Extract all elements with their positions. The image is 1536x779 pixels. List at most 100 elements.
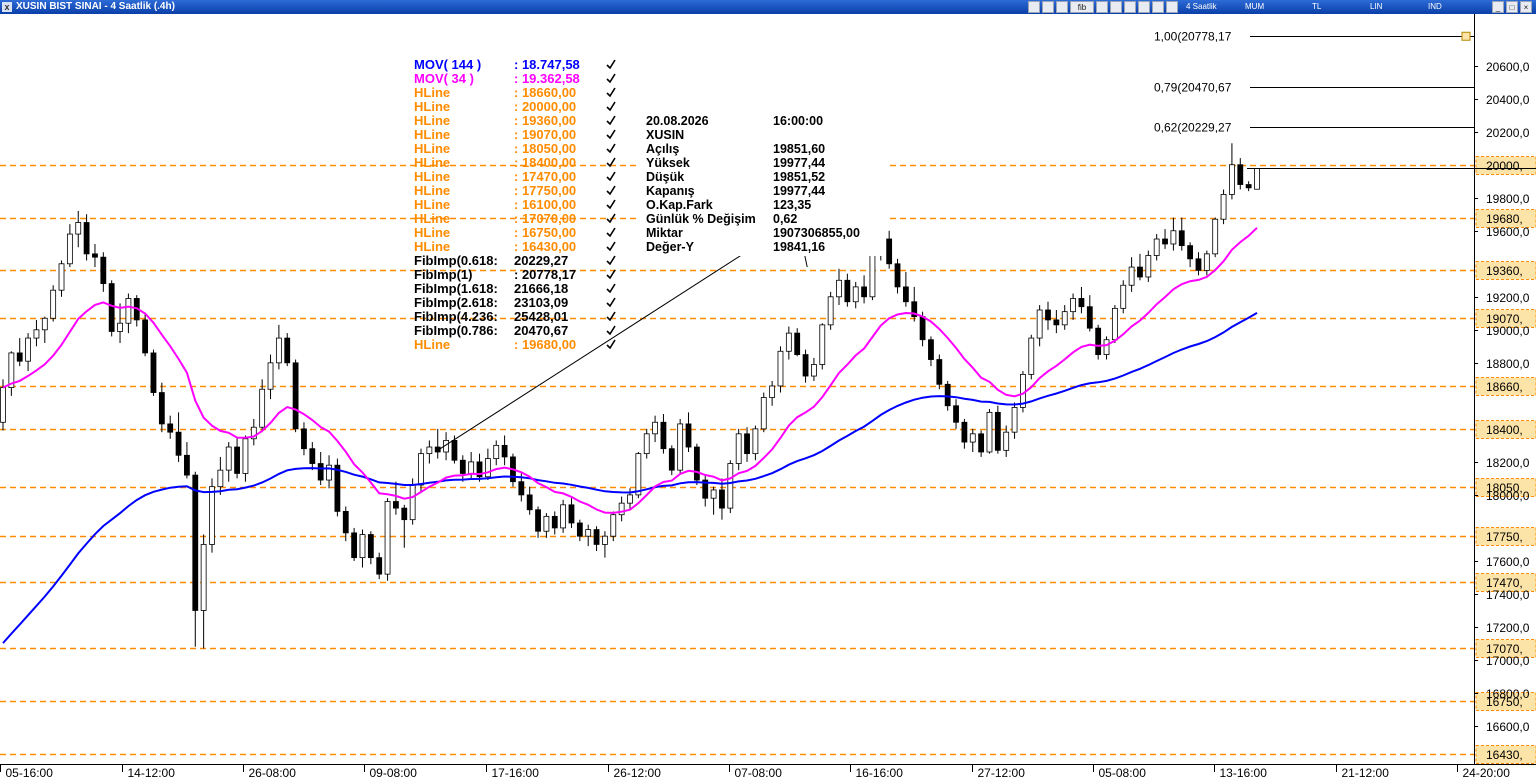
toolbar-icon-9[interactable] (1166, 1, 1178, 13)
candle[interactable] (668, 445, 675, 476)
candle[interactable] (1245, 181, 1252, 192)
candle[interactable] (911, 286, 918, 322)
candle[interactable] (200, 534, 207, 649)
candle[interactable] (100, 252, 107, 292)
visibility-check-icon[interactable] (606, 241, 616, 252)
visibility-check-icon[interactable] (606, 283, 616, 294)
maximize-icon[interactable]: □ (1506, 1, 1518, 13)
candle[interactable] (1120, 280, 1127, 314)
candle[interactable] (986, 409, 993, 454)
candle[interactable] (702, 475, 709, 507)
toolbar-icon-1[interactable] (1028, 1, 1040, 13)
candle[interactable] (117, 303, 123, 344)
visibility-check-icon[interactable] (606, 199, 616, 210)
visibility-check-icon[interactable] (606, 73, 616, 84)
candle[interactable] (1137, 253, 1143, 281)
candle[interactable] (660, 414, 667, 454)
toolbar-icon-7[interactable] (1138, 1, 1150, 13)
candle[interactable] (861, 275, 867, 304)
visibility-check-icon[interactable] (606, 59, 616, 70)
candle[interactable] (1153, 234, 1160, 261)
candle[interactable] (217, 456, 224, 495)
candle[interactable] (359, 529, 366, 568)
candle[interactable] (928, 336, 934, 367)
candle[interactable] (50, 285, 57, 322)
candle[interactable] (802, 349, 809, 383)
scale-selector[interactable]: LIN (1370, 1, 1382, 13)
candle[interactable] (819, 323, 826, 370)
toolbar-icon-2[interactable] (1042, 1, 1054, 13)
candle[interactable] (852, 281, 859, 309)
candle[interactable] (560, 499, 567, 533)
candle[interactable] (1103, 336, 1110, 360)
candle[interactable] (744, 427, 750, 462)
visibility-check-icon[interactable] (606, 185, 616, 196)
price-chart[interactable]: 20000,19680,19360,19070,18660,18400,1805… (0, 14, 1536, 779)
candle[interactable] (108, 280, 115, 337)
visibility-check-icon[interactable] (606, 115, 616, 126)
toolbar-icon-5[interactable] (1110, 1, 1122, 13)
candle[interactable] (551, 511, 558, 535)
candle[interactable] (158, 382, 165, 433)
candle[interactable] (811, 357, 817, 381)
candle[interactable] (752, 425, 759, 461)
candle[interactable] (777, 346, 784, 393)
candle[interactable] (685, 412, 692, 452)
mov144-line[interactable] (2, 312, 1258, 644)
candle[interactable] (1070, 293, 1076, 320)
candle[interactable] (493, 440, 500, 466)
candle[interactable] (326, 455, 332, 489)
candle[interactable] (1187, 242, 1194, 268)
candle[interactable] (1095, 324, 1102, 360)
candle[interactable] (334, 458, 341, 517)
candle[interactable] (309, 442, 316, 471)
visibility-check-icon[interactable] (606, 297, 616, 308)
visibility-check-icon[interactable] (606, 101, 616, 112)
candle[interactable] (902, 272, 909, 307)
candle[interactable] (58, 260, 65, 297)
visibility-check-icon[interactable] (606, 171, 616, 182)
indicator-selector[interactable]: IND (1428, 1, 1442, 13)
candle[interactable] (1053, 310, 1060, 334)
candle[interactable] (677, 418, 684, 474)
candle[interactable] (1203, 250, 1210, 276)
app-icon[interactable]: x (2, 2, 12, 12)
candle[interactable] (568, 498, 575, 528)
candle[interactable] (426, 440, 433, 464)
candle[interactable] (1078, 286, 1085, 314)
candle[interactable] (275, 324, 282, 370)
candle[interactable] (234, 437, 240, 479)
close-icon[interactable]: × (1520, 1, 1532, 13)
candle[interactable] (1086, 295, 1093, 332)
candle[interactable] (150, 349, 157, 396)
candle[interactable] (593, 526, 600, 552)
candle[interactable] (484, 448, 491, 481)
candle[interactable] (301, 422, 307, 456)
candle[interactable] (543, 513, 550, 538)
candle[interactable] (1212, 217, 1219, 258)
candle[interactable] (242, 435, 249, 482)
candle[interactable] (133, 295, 140, 327)
candle[interactable] (886, 230, 893, 269)
visibility-check-icon[interactable] (606, 227, 616, 238)
candle[interactable] (618, 496, 625, 522)
candle[interactable] (576, 519, 583, 542)
candle[interactable] (25, 333, 31, 372)
candle[interactable] (978, 430, 985, 457)
candle[interactable] (936, 354, 943, 390)
candle[interactable] (643, 428, 650, 459)
candle[interactable] (292, 359, 299, 433)
candle[interactable] (735, 428, 742, 471)
candle[interactable] (41, 316, 48, 344)
candle[interactable] (393, 481, 399, 515)
candle[interactable] (351, 527, 358, 561)
candle[interactable] (836, 268, 842, 306)
candle[interactable] (184, 442, 190, 479)
toolbar-icon-6[interactable] (1124, 1, 1136, 13)
candle[interactable] (192, 471, 199, 647)
candle[interactable] (727, 460, 734, 514)
candle[interactable] (526, 486, 533, 515)
candle[interactable] (267, 354, 274, 400)
toolbar-icon-4[interactable] (1096, 1, 1108, 13)
candle[interactable] (1178, 217, 1185, 251)
